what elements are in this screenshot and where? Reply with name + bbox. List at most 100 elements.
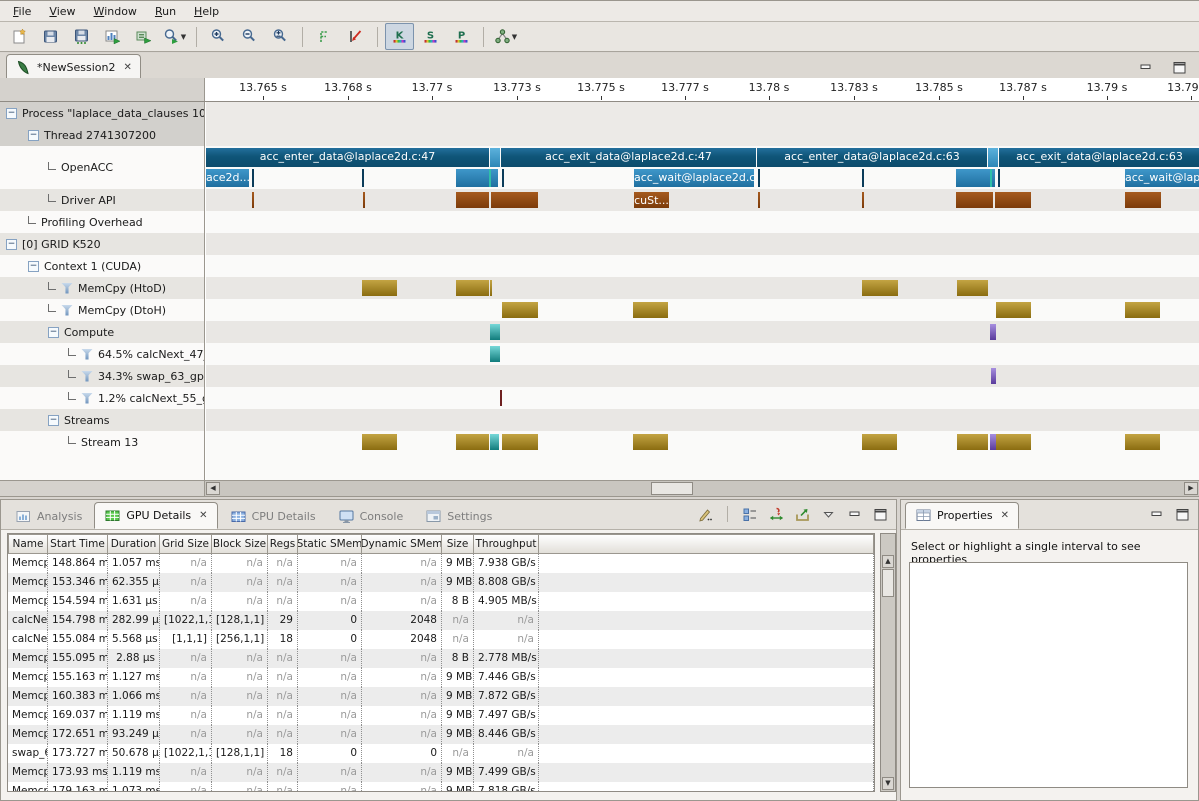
maximize-pane-button[interactable] (1172, 504, 1192, 524)
interval-bar[interactable] (362, 434, 397, 450)
filter-funnel-icon[interactable] (81, 349, 93, 360)
interval-bar-acc-wait-lapl[interactable]: acc_wait@lapl (1125, 169, 1199, 187)
scroll-up-button[interactable]: ▲ (882, 555, 894, 568)
interval-bar[interactable] (862, 169, 864, 187)
tree-item-process-laplace[interactable]: −Process "laplace_data_clauses 10... (0, 102, 205, 124)
tab-newsession2[interactable]: *NewSession2 ✕ (6, 54, 141, 79)
kernel-coloring-button[interactable]: K (385, 23, 414, 50)
interval-bar[interactable] (456, 280, 489, 296)
filter-funnel-icon[interactable] (81, 393, 93, 404)
interval-bar[interactable] (456, 434, 489, 450)
interval-bar-ace2d-[interactable]: ace2d.... (206, 169, 249, 187)
process-coloring-button[interactable]: P (447, 23, 476, 50)
menu-help[interactable]: Help (185, 3, 228, 20)
tree-item-openacc[interactable]: OpenACC (0, 146, 205, 189)
interval-bar[interactable] (988, 148, 998, 167)
menu-file[interactable]: File (4, 3, 40, 20)
table-row[interactable]: Memcpy153.346 ms62.355 µsn/an/an/an/an/a… (8, 573, 874, 592)
tab-gpu-details[interactable]: GPU Details✕ (94, 502, 217, 529)
scrollbar-thumb[interactable] (882, 569, 894, 597)
interval-bar[interactable] (1125, 434, 1160, 450)
tree-item-kernel-calcnext-55[interactable]: 1.2% calcNext_55_g... (0, 387, 205, 409)
tab-properties[interactable]: Properties ✕ (905, 502, 1019, 529)
tree-item-memcpy-dtoh[interactable]: MemCpy (DtoH) (0, 299, 205, 321)
interval-bar[interactable] (995, 192, 1031, 208)
interval-bar[interactable] (990, 324, 996, 340)
tree-item-memcpy-htod[interactable]: MemCpy (HtoD) (0, 277, 205, 299)
interval-bar-acc-wait-laplace2d-c-[interactable]: acc_wait@laplace2d.c... (634, 169, 754, 187)
export-table-button[interactable] (792, 504, 812, 524)
interval-bar[interactable] (991, 368, 996, 384)
interval-bar-acc-enter-data-laplace2d-c-63[interactable]: acc_enter_data@laplace2d.c:63 (757, 148, 987, 167)
interval-bar-acc-enter-data-laplace2d-c-47[interactable]: acc_enter_data@laplace2d.c:47 (206, 148, 489, 167)
maximize-view-button[interactable] (1169, 57, 1189, 77)
collapse-icon[interactable]: − (28, 130, 39, 141)
view-menu-button[interactable] (818, 504, 838, 524)
filter-funnel-icon[interactable] (81, 371, 93, 382)
timeline-horizontal-scrollbar[interactable]: ◀ ▶ (0, 480, 1199, 496)
interval-bar[interactable] (998, 169, 1000, 187)
table-row[interactable]: Memcpy173.93 ms1.119 msn/an/an/an/an/a9 … (8, 763, 874, 782)
interval-bar[interactable] (490, 280, 492, 296)
tree-item-kernel-swap-63[interactable]: 34.3% swap_63_gpu (0, 365, 205, 387)
interval-bar[interactable] (957, 434, 988, 450)
maximize-pane-button[interactable] (870, 504, 890, 524)
tree-item-stream-13[interactable]: Stream 13 (0, 431, 205, 453)
interval-bar-acc-exit-data-laplace2d-c-63[interactable]: acc_exit_data@laplace2d.c:63 (999, 148, 1199, 167)
column-header-static-smem[interactable]: Static SMem (298, 534, 362, 554)
interval-bar[interactable] (490, 148, 500, 167)
interval-bar[interactable] (502, 302, 538, 318)
interval-bar[interactable] (862, 280, 898, 296)
snap-to-margin-button[interactable] (310, 23, 339, 50)
column-header-name[interactable]: Name (8, 534, 48, 554)
column-header-start-time[interactable]: Start Time (48, 534, 108, 554)
interval-bar[interactable] (362, 280, 397, 296)
goto-marker-button[interactable] (341, 23, 370, 50)
examine-button[interactable]: ▼ (160, 23, 189, 50)
save-all-button[interactable] (67, 23, 96, 50)
collapse-icon[interactable]: − (48, 415, 59, 426)
tree-item-context-1-cuda[interactable]: −Context 1 (CUDA) (0, 255, 205, 277)
dropdown-caret-icon[interactable]: ▼ (512, 33, 517, 41)
column-header-grid-size[interactable]: Grid Size (160, 534, 212, 554)
table-row[interactable]: calcNext155.084 ms5.568 µs[1,1,1][256,1,… (8, 630, 874, 649)
column-header-regs[interactable]: Regs (268, 534, 298, 554)
interval-bar[interactable] (956, 192, 993, 208)
interval-bar[interactable] (489, 169, 491, 187)
collapse-icon[interactable]: − (6, 239, 17, 250)
tree-item-compute[interactable]: −Compute (0, 321, 205, 343)
scrollbar-thumb[interactable] (651, 482, 693, 495)
table-vertical-scrollbar[interactable]: ▲ ▼ (880, 533, 896, 792)
export-profile-button[interactable] (129, 23, 158, 50)
tab-settings[interactable]: Settings (415, 503, 502, 529)
interval-bar[interactable] (957, 280, 988, 296)
edit-filter-button[interactable] (695, 504, 715, 524)
table-row[interactable]: Memcpy155.095 ms2.88 µsn/an/an/an/an/a8 … (8, 649, 874, 668)
interval-bar[interactable] (456, 169, 498, 187)
table-row[interactable]: Memcpy148.864 ms1.057 msn/an/an/an/an/a9… (8, 554, 874, 573)
run-analysis-button[interactable]: ▼ (491, 23, 520, 50)
interval-bar[interactable] (502, 169, 504, 187)
close-icon[interactable]: ✕ (1001, 510, 1009, 521)
table-row[interactable]: calcNext154.798 ms282.99 µs[1022,1,1][12… (8, 611, 874, 630)
interval-bar[interactable] (633, 302, 668, 318)
interval-bar[interactable] (456, 192, 489, 208)
interval-bar[interactable] (252, 169, 254, 187)
menu-view[interactable]: View (40, 3, 84, 20)
interval-bar[interactable] (996, 434, 1031, 450)
interval-bar[interactable] (862, 434, 897, 450)
filter-funnel-icon[interactable] (61, 283, 73, 294)
close-icon[interactable]: ✕ (123, 62, 131, 73)
interval-bar[interactable] (491, 192, 538, 208)
column-header-size[interactable]: Size (442, 534, 474, 554)
zoom-out-button[interactable] (235, 23, 264, 50)
interval-bar[interactable] (252, 192, 254, 208)
interval-bar-cust-[interactable]: cuSt... (634, 192, 669, 208)
interval-bar[interactable] (758, 169, 760, 187)
interval-bar[interactable] (990, 169, 992, 187)
interval-bar[interactable] (758, 192, 760, 208)
minimize-pane-button[interactable] (844, 504, 864, 524)
table-row[interactable]: Memcpy169.037 ms1.119 msn/an/an/an/an/a9… (8, 706, 874, 725)
scroll-right-button[interactable]: ▶ (1184, 482, 1198, 495)
save-button[interactable] (36, 23, 65, 50)
